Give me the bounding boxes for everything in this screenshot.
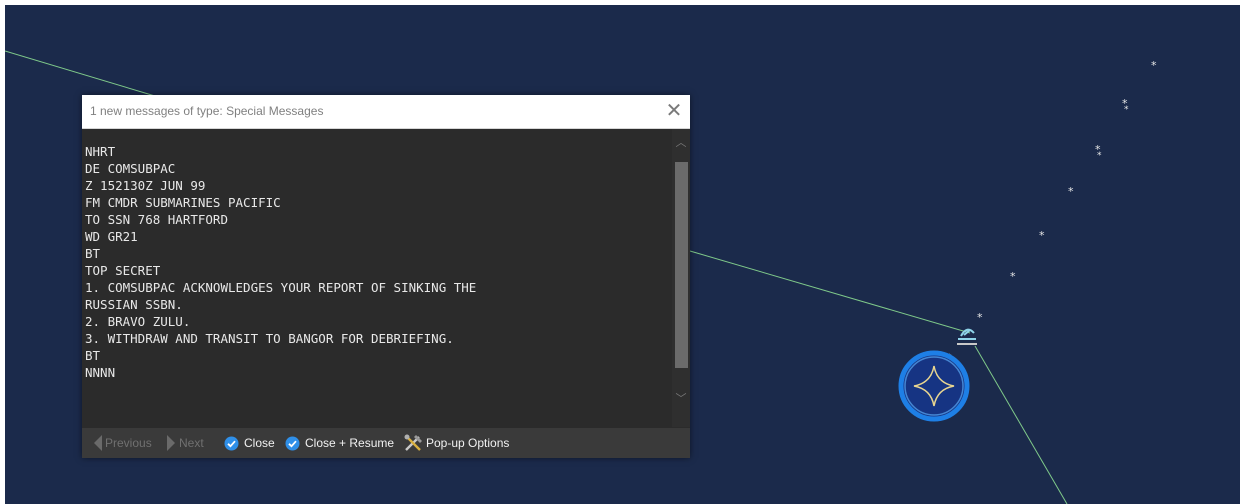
message-line: FM CMDR SUBMARINES PACIFIC bbox=[85, 195, 281, 210]
svg-text:*: * bbox=[1097, 151, 1102, 161]
message-line: 3. WITHDRAW AND TRANSIT TO BANGOR FOR DE… bbox=[85, 331, 454, 346]
route-line-south bbox=[974, 345, 1068, 504]
svg-text:*: * bbox=[1151, 59, 1157, 72]
check-circle-icon bbox=[285, 436, 300, 450]
next-button[interactable]: Next bbox=[167, 435, 204, 451]
selected-unit-marker[interactable] bbox=[898, 350, 970, 422]
popup-options-button[interactable]: Pop-up Options bbox=[403, 434, 510, 451]
message-line: TO SSN 768 HARTFORD bbox=[85, 212, 228, 227]
asterisk-contact-icon[interactable]: * bbox=[1039, 229, 1045, 242]
message-line: BT bbox=[85, 246, 101, 261]
svg-text:*: * bbox=[1010, 270, 1016, 283]
asterisk-contact-icon[interactable]: * bbox=[1151, 59, 1157, 72]
message-line: RUSSIAN SSBN. bbox=[85, 297, 183, 312]
previous-label: Previous bbox=[105, 436, 152, 450]
popup-titlebar[interactable]: 1 new messages of type: Special Messages… bbox=[82, 95, 690, 129]
check-circle-icon bbox=[224, 436, 239, 450]
message-line: 1. COMSUBPAC ACKNOWLEDGES YOUR REPORT OF… bbox=[85, 280, 477, 295]
message-line: DE COMSUBPAC bbox=[85, 161, 176, 176]
arrow-left-icon bbox=[94, 435, 102, 451]
route-line-west bbox=[5, 50, 156, 97]
asterisk-contact-icon[interactable]: * * bbox=[1122, 97, 1129, 115]
submarine-icon[interactable] bbox=[957, 328, 977, 345]
asterisk-contact-icon[interactable]: * * bbox=[1095, 143, 1102, 161]
scrollbar-thumb[interactable] bbox=[675, 162, 688, 368]
popup-title: 1 new messages of type: Special Messages bbox=[90, 104, 324, 118]
message-body[interactable]: NHRT DE COMSUBPAC Z 152130Z JUN 99 FM CM… bbox=[82, 129, 674, 427]
svg-text:*: * bbox=[1039, 229, 1045, 242]
tools-icon bbox=[404, 434, 422, 451]
popup-options-label: Pop-up Options bbox=[426, 436, 510, 450]
svg-text:*: * bbox=[977, 311, 983, 324]
popup-toolbar: Previous Next Close Close + Resume Pop-u… bbox=[82, 428, 690, 458]
message-scrollbar[interactable]: ︿ ﹀ bbox=[672, 129, 690, 427]
scroll-up-chevron-icon[interactable]: ︿ bbox=[672, 135, 690, 151]
svg-text:*: * bbox=[1124, 105, 1129, 115]
close-icon[interactable]: ✕ bbox=[658, 95, 690, 127]
route-line-main bbox=[689, 250, 971, 334]
message-line: TOP SECRET bbox=[85, 263, 161, 278]
message-line: NNNN bbox=[85, 365, 116, 380]
arrow-right-icon bbox=[167, 435, 175, 451]
message-line: Z 152130Z JUN 99 bbox=[85, 178, 206, 193]
message-line: BT bbox=[85, 348, 101, 363]
asterisk-contact-icon[interactable]: * bbox=[977, 311, 983, 324]
close-resume-button[interactable]: Close + Resume bbox=[285, 435, 394, 451]
scroll-down-chevron-icon[interactable]: ﹀ bbox=[672, 391, 690, 407]
message-line: WD GR21 bbox=[85, 229, 138, 244]
svg-text:*: * bbox=[1068, 185, 1074, 198]
previous-button[interactable]: Previous bbox=[94, 435, 152, 451]
asterisk-contact-icon[interactable]: * bbox=[1010, 270, 1016, 283]
message-line: NHRT bbox=[85, 144, 116, 159]
close-label: Close bbox=[244, 436, 275, 450]
special-messages-popup[interactable]: 1 new messages of type: Special Messages… bbox=[82, 95, 690, 458]
message-line: 2. BRAVO ZULU. bbox=[85, 314, 191, 329]
close-button[interactable]: Close bbox=[224, 435, 275, 451]
message-text: NHRT DE COMSUBPAC Z 152130Z JUN 99 FM CM… bbox=[85, 143, 476, 381]
asterisk-contact-icon[interactable]: * bbox=[1068, 185, 1074, 198]
close-resume-label: Close + Resume bbox=[305, 436, 395, 450]
next-label: Next bbox=[179, 436, 204, 450]
